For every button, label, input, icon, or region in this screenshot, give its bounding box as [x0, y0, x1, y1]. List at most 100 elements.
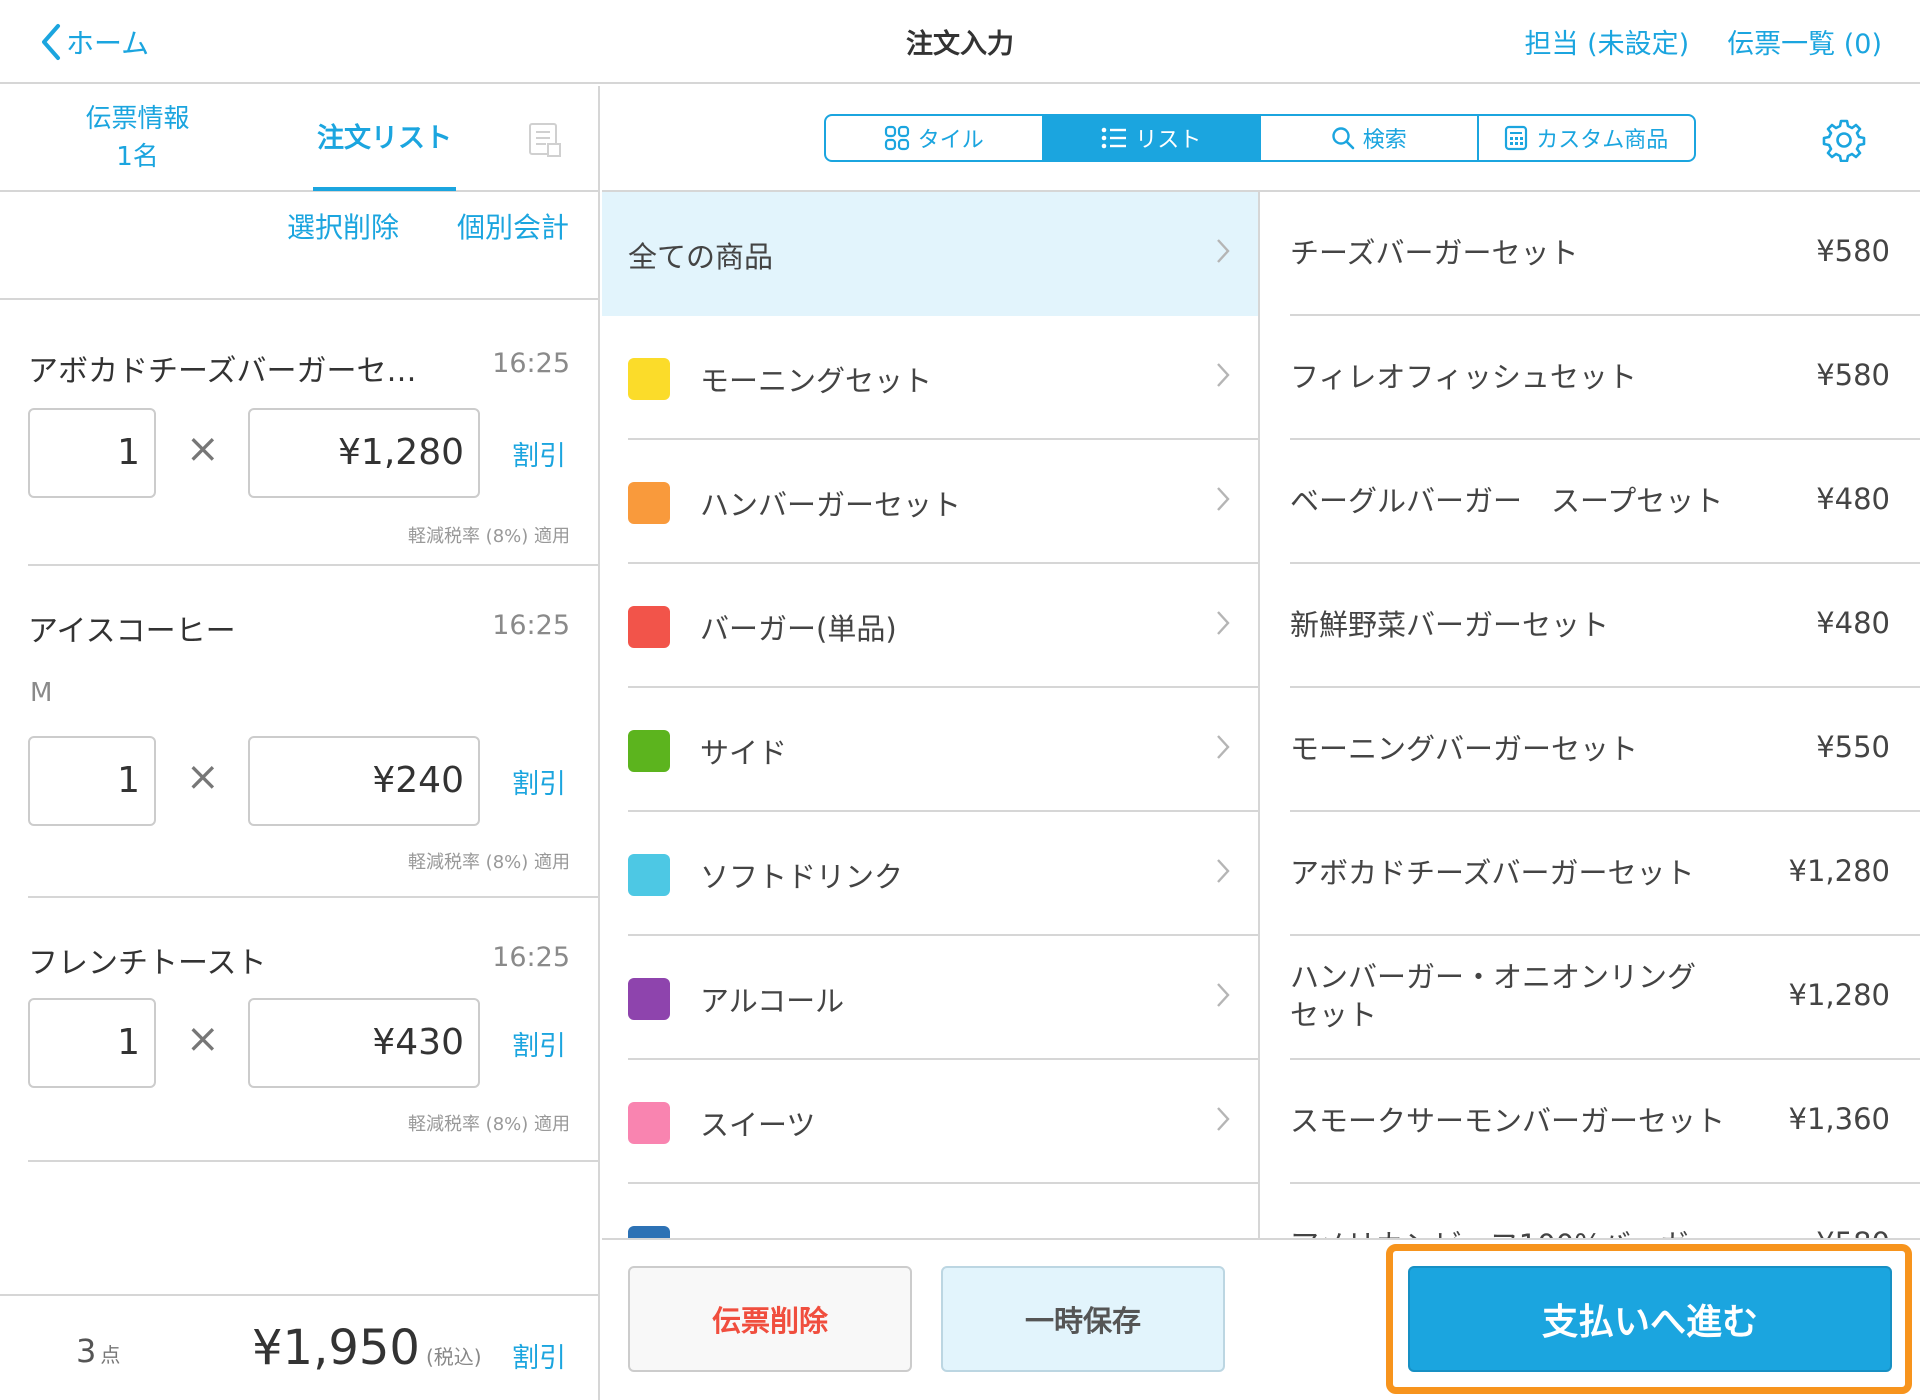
chevron-right-icon — [1217, 859, 1230, 883]
product-item[interactable]: ハンバーガー・オニオンリング セット ¥1,280 — [1290, 936, 1920, 1060]
chevron-right-icon — [1217, 735, 1230, 759]
tax-included-label: (税込) — [425, 1345, 482, 1369]
multiply-sign: × — [186, 1016, 220, 1062]
view-mode-custom[interactable]: カスタム商品 — [1479, 116, 1695, 160]
chevron-right-icon — [1217, 487, 1230, 511]
product-name: モーニングバーガーセット — [1290, 732, 1639, 766]
product-price: ¥480 — [1816, 482, 1890, 516]
order-item[interactable]: アボカドチーズバーガーセ… 16:25 1 × ¥1,280 割引 軽減税率 (… — [28, 302, 598, 566]
discount-button[interactable]: 割引 — [512, 1024, 566, 1063]
discount-button[interactable]: 割引 — [512, 762, 566, 801]
tile-icon — [884, 125, 909, 151]
quantity-field[interactable]: 1 — [28, 408, 156, 498]
quantity-field[interactable]: 1 — [28, 998, 156, 1088]
product-name: フィレオフィッシュセット — [1290, 360, 1637, 394]
category-item-side[interactable]: サイド — [602, 688, 1258, 812]
item-count-value: 3 — [76, 1332, 97, 1370]
category-item-partial[interactable] — [602, 1184, 1258, 1238]
receipt-icon[interactable] — [528, 122, 562, 158]
order-item-time: 16:25 — [492, 348, 570, 379]
view-mode-tile-label: タイル — [917, 128, 984, 153]
product-item[interactable]: アボカドチーズバーガーセット ¥1,280 — [1290, 812, 1920, 936]
search-icon — [1332, 127, 1355, 150]
delete-selected-button[interactable]: 選択削除 — [287, 206, 399, 246]
order-total-value: ¥1,950 — [252, 1320, 420, 1376]
category-label: サイド — [700, 736, 788, 770]
chevron-right-icon — [1217, 239, 1230, 263]
view-mode-custom-label: カスタム商品 — [1536, 128, 1669, 153]
category-color-swatch — [628, 978, 670, 1020]
product-price: ¥550 — [1816, 730, 1890, 764]
product-item[interactable]: モーニングバーガーセット ¥550 — [1290, 688, 1920, 812]
category-item-morning-set[interactable]: モーニングセット — [602, 316, 1258, 440]
discount-button[interactable]: 割引 — [512, 434, 566, 473]
view-mode-list[interactable]: リスト — [1043, 116, 1261, 160]
multiply-sign: × — [186, 426, 220, 472]
product-name: アボカドチーズバーガーセット — [1290, 856, 1695, 890]
category-color-swatch — [628, 1102, 670, 1144]
category-item-all[interactable]: 全ての商品 — [602, 192, 1258, 316]
order-item-option: M — [30, 678, 53, 708]
product-price: ¥1,280 — [1788, 978, 1890, 1012]
quantity-field[interactable]: 1 — [28, 736, 156, 826]
view-mode-search[interactable]: 検索 — [1261, 116, 1479, 160]
product-item[interactable]: フィレオフィッシュセット ¥580 — [1290, 316, 1920, 440]
back-button[interactable]: ホーム — [40, 18, 149, 66]
category-item-hamburger-set[interactable]: ハンバーガーセット — [602, 440, 1258, 564]
proceed-to-payment-button[interactable]: 支払いへ進む — [1408, 1266, 1892, 1372]
product-price: ¥480 — [1816, 606, 1890, 640]
order-item-name: アボカドチーズバーガーセ… — [28, 354, 417, 389]
category-item-sweets[interactable]: スイーツ — [602, 1060, 1258, 1184]
category-label: スイーツ — [700, 1108, 816, 1142]
tax-rate-note: 軽減税率 (8%) 適用 — [407, 852, 570, 873]
order-item-time: 16:25 — [492, 942, 570, 973]
price-field[interactable]: ¥1,280 — [248, 408, 480, 498]
product-name: チーズバーガーセット — [1290, 236, 1579, 270]
product-item[interactable]: チーズバーガーセット ¥580 — [1290, 192, 1920, 316]
price-field[interactable]: ¥430 — [248, 998, 480, 1088]
product-item[interactable]: アメリカンビーフ100%バーガ ¥580 — [1290, 1184, 1920, 1238]
category-label: モーニングセット — [700, 364, 933, 398]
product-item[interactable]: ベーグルバーガー スープセット ¥480 — [1290, 440, 1920, 564]
item-count: 3点 — [76, 1332, 120, 1370]
tab-slip-info[interactable]: 伝票情報 1名 — [60, 100, 215, 176]
order-item[interactable]: アイスコーヒー 16:25 M 1 × ¥240 割引 軽減税率 (8%) 適用 — [28, 566, 598, 898]
product-name: ハンバーガー・オニオンリング セット — [1290, 960, 1697, 1032]
slip-list-button[interactable]: 伝票一覧 (0) — [1727, 22, 1882, 61]
category-label: 全ての商品 — [628, 240, 774, 274]
price-field[interactable]: ¥240 — [248, 736, 480, 826]
staff-button[interactable]: 担当 (未設定) — [1525, 22, 1690, 61]
total-discount-button[interactable]: 割引 — [512, 1336, 566, 1375]
view-mode-switcher: タイル リスト 検索 カスタム商品 — [824, 114, 1696, 162]
settings-gear-icon[interactable] — [1822, 118, 1866, 162]
category-color-swatch — [628, 482, 670, 524]
order-item-time: 16:25 — [492, 610, 570, 641]
delete-slip-button[interactable]: 伝票削除 — [628, 1266, 912, 1372]
category-label: アルコール — [700, 984, 845, 1018]
order-item[interactable]: フレンチトースト 16:25 1 × ¥430 割引 軽減税率 (8%) 適用 — [28, 898, 598, 1162]
category-label: ハンバーガーセット — [700, 488, 962, 522]
product-name: ベーグルバーガー スープセット — [1290, 484, 1724, 518]
view-mode-tile[interactable]: タイル — [826, 116, 1044, 160]
chevron-right-icon — [1217, 1107, 1230, 1131]
split-bill-button[interactable]: 個別会計 — [457, 206, 569, 246]
tax-rate-note: 軽減税率 (8%) 適用 — [407, 526, 570, 547]
list-icon — [1101, 127, 1127, 149]
product-item[interactable]: 新鮮野菜バーガーセット ¥480 — [1290, 564, 1920, 688]
category-item-soft-drink[interactable]: ソフトドリンク — [602, 812, 1258, 936]
category-color-swatch — [628, 358, 670, 400]
category-item-burger-single[interactable]: バーガー(単品) — [602, 564, 1258, 688]
category-item-alcohol[interactable]: アルコール — [602, 936, 1258, 1060]
tab-order-list[interactable]: 注文リスト — [313, 116, 456, 155]
calculator-icon — [1505, 125, 1528, 151]
product-price: ¥580 — [1816, 358, 1890, 392]
product-price: ¥1,360 — [1788, 1102, 1890, 1136]
product-item[interactable]: スモークサーモンバーガーセット ¥1,360 — [1290, 1060, 1920, 1184]
order-panel: 伝票情報 1名 注文リスト 選択削除 個別会計 アボカドチーズバーガーセ… 16… — [0, 86, 600, 1400]
chevron-right-icon — [1217, 983, 1230, 1007]
hold-button[interactable]: 一時保存 — [941, 1266, 1225, 1372]
product-price: ¥580 — [1816, 234, 1890, 268]
top-bar: ホーム 注文入力 担当 (未設定) 伝票一覧 (0) — [0, 0, 1920, 84]
chevron-right-icon — [1217, 363, 1230, 387]
category-list: 全ての商品 モーニングセット ハンバーガーセット バーガー(単品) サイド ソフ… — [602, 192, 1260, 1238]
